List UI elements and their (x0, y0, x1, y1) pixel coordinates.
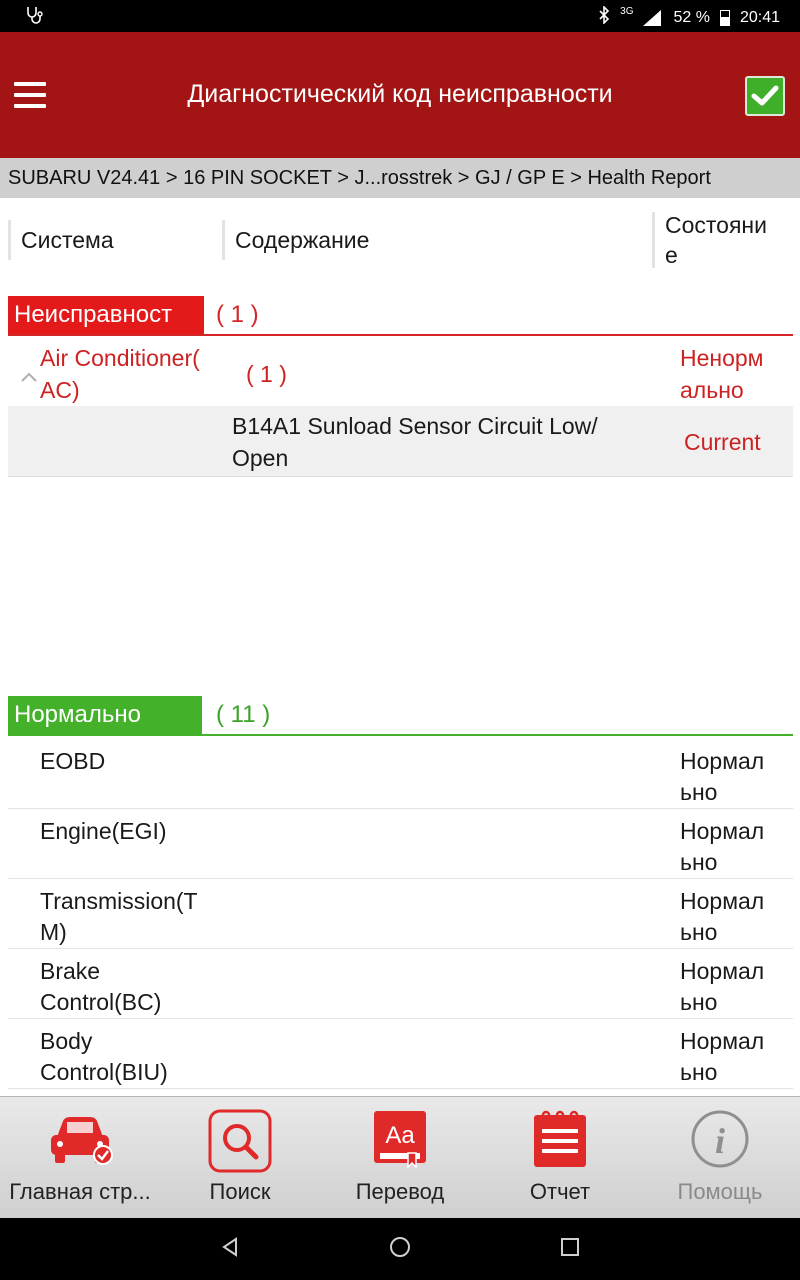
signal-icon (643, 9, 663, 26)
system-navigation-bar (0, 1218, 800, 1280)
system-state: Нормал (680, 888, 765, 914)
system-state-cont: ьно (680, 989, 718, 1015)
system-state: Нормал (680, 748, 765, 774)
column-header-state: Состояни е (652, 210, 767, 270)
nav-home-label: Главная стр... (9, 1179, 151, 1204)
system-name: Brake (40, 958, 101, 984)
recents-icon[interactable] (561, 1238, 579, 1261)
fault-system-row[interactable]: Air Conditioner( AC) ( 1 ) Ненорм ально (8, 338, 793, 406)
column-header-system-label: Система (21, 226, 114, 253)
system-row-brake-control[interactable]: Brake Control(BC) Нормал ьно (8, 948, 793, 1019)
nav-report-label: Отчет (529, 1179, 591, 1204)
svg-text:Aa: Aa (385, 1122, 415, 1149)
app-bar: Диагностический код неисправности (0, 32, 800, 158)
bottom-navigation: Главная стр... Поиск Aa Перевод Отчет i … (0, 1096, 800, 1219)
system-state-cont: ьно (680, 849, 718, 875)
nav-translate-button[interactable]: Aa Перевод (320, 1097, 480, 1219)
system-row-transmission[interactable]: Transmission(T M) Нормал ьно (8, 878, 793, 949)
car-icon (45, 1109, 115, 1174)
select-all-checkbox[interactable] (745, 76, 785, 116)
fault-section-label: Неисправност (8, 296, 204, 334)
normal-section-label: Нормально (8, 696, 202, 734)
nav-home-button[interactable]: Главная стр... (0, 1097, 160, 1219)
nav-translate-label: Перевод (355, 1179, 445, 1204)
battery-icon (719, 9, 730, 26)
column-header-state-label-cont: е (665, 242, 678, 268)
system-name: EOBD (40, 748, 106, 774)
fault-system-name-cont: AC) (40, 377, 80, 403)
system-name-cont: Control(BC) (40, 989, 162, 1015)
search-icon (208, 1109, 272, 1178)
system-name: Transmission(T (40, 888, 198, 914)
system-row-eobd[interactable]: EOBD Нормал ьно (8, 738, 793, 809)
system-name: Body (40, 1028, 93, 1054)
column-header-content: Содержание (222, 218, 369, 262)
home-icon[interactable] (389, 1236, 411, 1263)
chevron-up-icon[interactable] (20, 366, 38, 389)
system-row-engine[interactable]: Engine(EGI) Нормал ьно (8, 808, 793, 879)
bluetooth-icon (598, 5, 610, 29)
nav-report-button[interactable]: Отчет (480, 1097, 640, 1219)
dtc-status: Current (684, 429, 761, 455)
system-name-cont: Control(BIU) (40, 1059, 168, 1085)
back-icon[interactable] (220, 1236, 240, 1263)
normal-section-count: ( 11 ) (216, 701, 271, 728)
column-header-content-label: Содержание (235, 226, 370, 253)
info-icon: i (690, 1109, 750, 1174)
fault-system-count: ( 1 ) (246, 361, 287, 387)
clock: 20:41 (739, 8, 780, 26)
system-name-cont: M) (40, 919, 67, 945)
report-icon (532, 1109, 588, 1174)
nav-search-button[interactable]: Поиск (160, 1097, 320, 1219)
nav-help-button[interactable]: i Помощь (640, 1097, 800, 1219)
dtc-description: B14A1 Sunload Sensor Circuit Low/ (232, 413, 598, 439)
fault-section-header: Неисправност ( 1 ) (8, 296, 793, 336)
column-header-system: Система (8, 218, 114, 262)
system-state: Нормал (680, 958, 765, 984)
fault-system-state: Ненорм (680, 345, 764, 371)
breadcrumb: SUBARU V24.41 > 16 PIN SOCKET > J...ross… (0, 158, 800, 198)
page-title: Диагностический код неисправности (187, 80, 613, 108)
translate-icon: Aa (372, 1109, 428, 1174)
battery-percent: 52 % (673, 8, 710, 26)
normal-section-header: Нормально ( 11 ) (8, 696, 793, 736)
status-bar: 3G 52 % 20:41 (0, 0, 800, 32)
fault-system-state-cont: ально (680, 377, 744, 403)
nav-search-label: Поиск (209, 1179, 271, 1204)
fault-section-count: ( 1 ) (216, 301, 259, 328)
stethoscope-icon (24, 5, 44, 30)
dtc-row[interactable]: B14A1 Sunload Sensor Circuit Low/ Open C… (8, 406, 793, 477)
column-header-state-label: Состояни (665, 212, 767, 238)
system-state: Нормал (680, 1028, 765, 1054)
dtc-description-cont: Open (232, 445, 289, 471)
checkmark-icon (751, 85, 779, 106)
system-state-cont: ьно (680, 919, 718, 945)
system-state-cont: ьно (680, 779, 718, 805)
fault-system-name: Air Conditioner( (40, 345, 200, 371)
nav-help-label: Помощь (677, 1179, 763, 1204)
system-row-body-control[interactable]: Body Control(BIU) Нормал ьно (8, 1018, 793, 1089)
svg-text:i: i (715, 1121, 725, 1161)
system-state: Нормал (680, 818, 765, 844)
system-state-cont: ьно (680, 1059, 718, 1085)
system-name: Engine(EGI) (40, 818, 167, 844)
network-type: 3G (620, 6, 634, 17)
